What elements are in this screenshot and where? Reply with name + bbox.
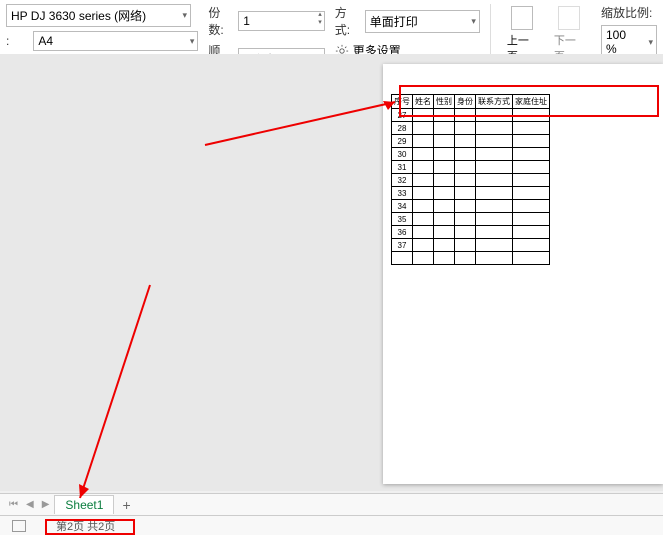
table-row: 32	[392, 174, 550, 187]
page-preview: 序号姓名性别身份联系方式家庭住址 2728293031323334353637	[383, 64, 663, 484]
table-row: 27	[392, 109, 550, 122]
sheet-tabs-bar: ⏮ ◀ ▶ Sheet1 +	[0, 493, 663, 515]
table-header: 性别	[434, 95, 455, 109]
preview-table: 序号姓名性别身份联系方式家庭住址 2728293031323334353637	[391, 94, 550, 265]
tab-nav-next[interactable]: ▶	[39, 499, 53, 510]
paper-label-colon: :	[6, 34, 9, 48]
table-row: 36	[392, 226, 550, 239]
table-row: 35	[392, 213, 550, 226]
table-row: 37	[392, 239, 550, 252]
add-sheet-button[interactable]: +	[116, 497, 136, 513]
sheet-tab[interactable]: Sheet1	[54, 495, 114, 514]
paper-select[interactable]: A4	[33, 31, 198, 51]
tab-nav-prev[interactable]: ◀	[23, 499, 37, 510]
mode-label: 方式:	[335, 4, 361, 38]
status-bar: 第2页 共2页	[0, 515, 663, 535]
table-header: 家庭住址	[513, 95, 550, 109]
table-row: 30	[392, 148, 550, 161]
table-row: 31	[392, 161, 550, 174]
table-row: 33	[392, 187, 550, 200]
table-row: 28	[392, 122, 550, 135]
table-row: 29	[392, 135, 550, 148]
table-header: 身份	[455, 95, 476, 109]
table-header: 姓名	[413, 95, 434, 109]
status-icon	[12, 520, 26, 532]
preview-area: 序号姓名性别身份联系方式家庭住址 2728293031323334353637	[0, 54, 663, 491]
table-header: 序号	[392, 95, 413, 109]
copies-label: 份数:	[208, 4, 234, 38]
zoom-label: 缩放比例:	[601, 4, 652, 21]
table-row: 34	[392, 200, 550, 213]
copies-input[interactable]: 1	[238, 11, 324, 31]
printer-select[interactable]: HP DJ 3630 series (网络)	[6, 4, 191, 27]
page-status: 第2页 共2页	[56, 518, 115, 534]
next-page-icon	[558, 6, 580, 30]
mode-select[interactable]: 单面打印	[365, 10, 480, 33]
prev-page-icon	[511, 6, 533, 30]
tab-nav-first[interactable]: ⏮	[6, 499, 21, 510]
table-row	[392, 252, 550, 265]
table-header: 联系方式	[476, 95, 513, 109]
